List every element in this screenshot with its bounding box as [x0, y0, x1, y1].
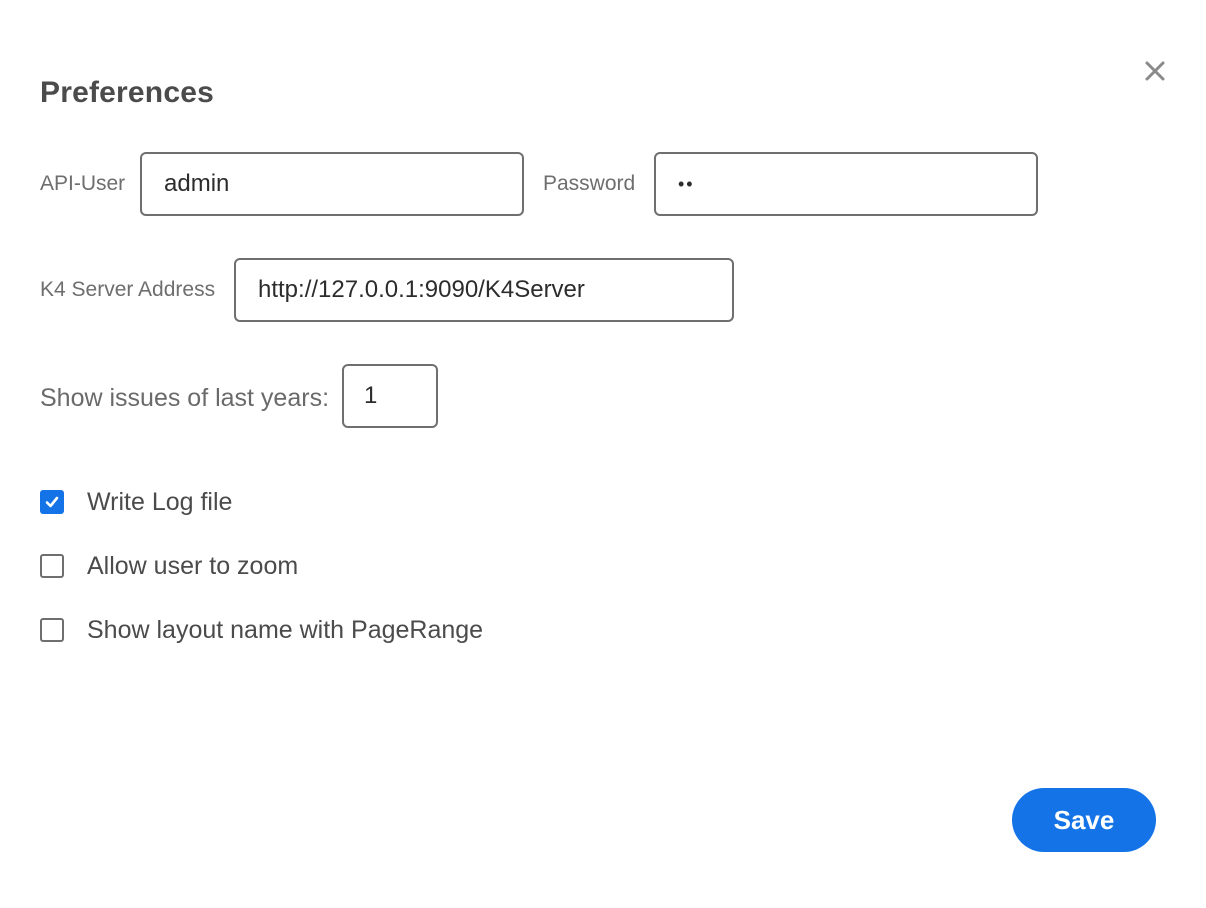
checkmark-icon: [45, 496, 59, 508]
save-button[interactable]: Save: [1012, 788, 1156, 852]
show-layout-name-checkbox[interactable]: [40, 618, 64, 642]
api-user-input[interactable]: [140, 152, 524, 216]
password-label: Password: [543, 172, 636, 195]
server-address-label: K4 Server Address: [40, 278, 216, 301]
server-address-input[interactable]: [234, 258, 734, 322]
issues-years-label: Show issues of last years:: [40, 384, 330, 412]
write-log-checkbox[interactable]: [40, 490, 64, 514]
show-layout-name-option[interactable]: Show layout name with PageRange: [40, 615, 483, 645]
close-icon[interactable]: [1142, 58, 1168, 84]
preferences-dialog: Preferences API-User Password K4 Server …: [0, 0, 1206, 908]
password-input[interactable]: [654, 152, 1038, 216]
write-log-option[interactable]: Write Log file: [40, 487, 232, 517]
allow-zoom-checkbox[interactable]: [40, 554, 64, 578]
issues-years-input[interactable]: [342, 364, 438, 428]
allow-zoom-option[interactable]: Allow user to zoom: [40, 551, 298, 581]
allow-zoom-label: Allow user to zoom: [87, 551, 299, 580]
write-log-label: Write Log file: [87, 487, 233, 516]
show-layout-name-label: Show layout name with PageRange: [87, 615, 484, 644]
api-user-label: API-User: [40, 172, 126, 195]
dialog-title: Preferences: [40, 76, 214, 109]
